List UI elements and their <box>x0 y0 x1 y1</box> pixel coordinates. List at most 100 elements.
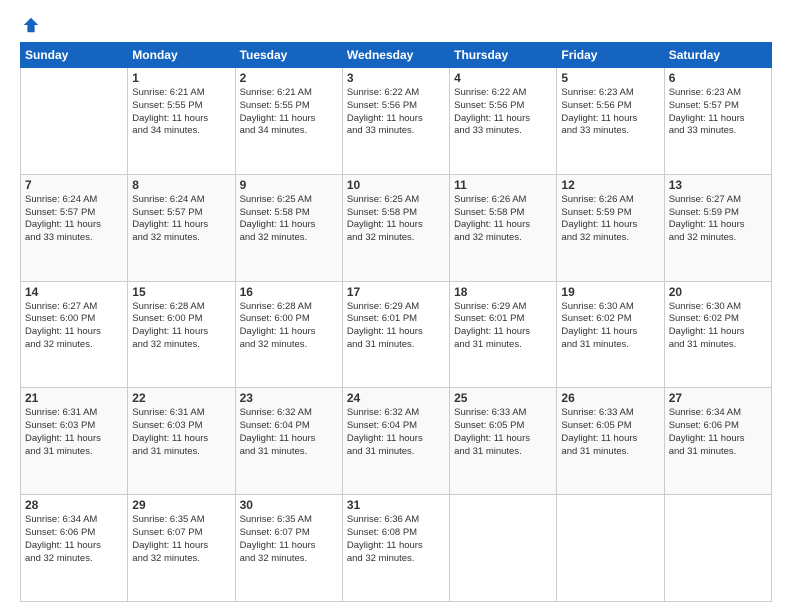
day-number: 11 <box>454 178 552 192</box>
day-number: 16 <box>240 285 338 299</box>
header <box>20 16 772 34</box>
page: SundayMondayTuesdayWednesdayThursdayFrid… <box>0 0 792 612</box>
day-info: Sunrise: 6:29 AM Sunset: 6:01 PM Dayligh… <box>347 301 445 352</box>
calendar-cell: 27 Sunrise: 6:34 AM Sunset: 6:06 PM Dayli… <box>664 388 771 495</box>
day-info: Sunrise: 6:33 AM Sunset: 6:05 PM Dayligh… <box>561 407 659 458</box>
calendar-cell: 21 Sunrise: 6:31 AM Sunset: 6:03 PM Dayli… <box>21 388 128 495</box>
day-info: Sunrise: 6:33 AM Sunset: 6:05 PM Dayligh… <box>454 407 552 458</box>
day-info: Sunrise: 6:24 AM Sunset: 5:57 PM Dayligh… <box>25 194 123 245</box>
day-number: 12 <box>561 178 659 192</box>
day-number: 21 <box>25 391 123 405</box>
day-info: Sunrise: 6:26 AM Sunset: 5:58 PM Dayligh… <box>454 194 552 245</box>
calendar-cell: 17 Sunrise: 6:29 AM Sunset: 6:01 PM Dayli… <box>342 281 449 388</box>
weekday-header-thursday: Thursday <box>450 43 557 68</box>
calendar-week-3: 14Sunrise: 6:27 AM Sunset: 6:00 PM Dayli… <box>21 281 772 388</box>
day-number: 4 <box>454 71 552 85</box>
calendar-cell: 3 Sunrise: 6:22 AM Sunset: 5:56 PM Daylig… <box>342 68 449 175</box>
day-number: 31 <box>347 498 445 512</box>
day-info: Sunrise: 6:30 AM Sunset: 6:02 PM Dayligh… <box>561 301 659 352</box>
day-number: 7 <box>25 178 123 192</box>
calendar-cell: 8Sunrise: 6:24 AM Sunset: 5:57 PM Daylig… <box>128 174 235 281</box>
day-number: 26 <box>561 391 659 405</box>
calendar-cell: 13 Sunrise: 6:27 AM Sunset: 5:59 PM Dayli… <box>664 174 771 281</box>
weekday-header-wednesday: Wednesday <box>342 43 449 68</box>
calendar-cell <box>450 495 557 602</box>
calendar-cell: 10Sunrise: 6:25 AM Sunset: 5:58 PM Dayli… <box>342 174 449 281</box>
day-number: 13 <box>669 178 767 192</box>
calendar-cell: 18 Sunrise: 6:29 AM Sunset: 6:01 PM Dayli… <box>450 281 557 388</box>
day-number: 10 <box>347 178 445 192</box>
day-info: Sunrise: 6:36 AM Sunset: 6:08 PM Dayligh… <box>347 514 445 565</box>
calendar-cell: 20 Sunrise: 6:30 AM Sunset: 6:02 PM Dayli… <box>664 281 771 388</box>
calendar-week-5: 28 Sunrise: 6:34 AM Sunset: 6:06 PM Dayli… <box>21 495 772 602</box>
day-info: Sunrise: 6:29 AM Sunset: 6:01 PM Dayligh… <box>454 301 552 352</box>
weekday-header-saturday: Saturday <box>664 43 771 68</box>
day-info: Sunrise: 6:30 AM Sunset: 6:02 PM Dayligh… <box>669 301 767 352</box>
weekday-header-row: SundayMondayTuesdayWednesdayThursdayFrid… <box>21 43 772 68</box>
weekday-header-friday: Friday <box>557 43 664 68</box>
day-info: Sunrise: 6:21 AM Sunset: 5:55 PM Dayligh… <box>132 87 230 138</box>
day-info: Sunrise: 6:35 AM Sunset: 6:07 PM Dayligh… <box>132 514 230 565</box>
calendar-week-2: 7 Sunrise: 6:24 AM Sunset: 5:57 PM Daylig… <box>21 174 772 281</box>
day-info: Sunrise: 6:21 AM Sunset: 5:55 PM Dayligh… <box>240 87 338 138</box>
day-number: 2 <box>240 71 338 85</box>
calendar-cell: 14Sunrise: 6:27 AM Sunset: 6:00 PM Dayli… <box>21 281 128 388</box>
calendar-cell: 26 Sunrise: 6:33 AM Sunset: 6:05 PM Dayli… <box>557 388 664 495</box>
calendar-cell: 19Sunrise: 6:30 AM Sunset: 6:02 PM Dayli… <box>557 281 664 388</box>
day-info: Sunrise: 6:32 AM Sunset: 6:04 PM Dayligh… <box>347 407 445 458</box>
weekday-header-monday: Monday <box>128 43 235 68</box>
day-number: 23 <box>240 391 338 405</box>
calendar-cell <box>557 495 664 602</box>
calendar-cell: 22 Sunrise: 6:31 AM Sunset: 6:03 PM Dayli… <box>128 388 235 495</box>
day-info: Sunrise: 6:34 AM Sunset: 6:06 PM Dayligh… <box>669 407 767 458</box>
weekday-header-tuesday: Tuesday <box>235 43 342 68</box>
day-info: Sunrise: 6:23 AM Sunset: 5:57 PM Dayligh… <box>669 87 767 138</box>
day-number: 9 <box>240 178 338 192</box>
day-info: Sunrise: 6:34 AM Sunset: 6:06 PM Dayligh… <box>25 514 123 565</box>
day-info: Sunrise: 6:28 AM Sunset: 6:00 PM Dayligh… <box>132 301 230 352</box>
day-number: 28 <box>25 498 123 512</box>
calendar-cell: 15Sunrise: 6:28 AM Sunset: 6:00 PM Dayli… <box>128 281 235 388</box>
day-info: Sunrise: 6:28 AM Sunset: 6:00 PM Dayligh… <box>240 301 338 352</box>
day-number: 6 <box>669 71 767 85</box>
day-number: 25 <box>454 391 552 405</box>
calendar-cell: 6 Sunrise: 6:23 AM Sunset: 5:57 PM Daylig… <box>664 68 771 175</box>
day-info: Sunrise: 6:27 AM Sunset: 5:59 PM Dayligh… <box>669 194 767 245</box>
day-info: Sunrise: 6:31 AM Sunset: 6:03 PM Dayligh… <box>132 407 230 458</box>
calendar-cell: 1Sunrise: 6:21 AM Sunset: 5:55 PM Daylig… <box>128 68 235 175</box>
calendar-week-4: 21 Sunrise: 6:31 AM Sunset: 6:03 PM Dayli… <box>21 388 772 495</box>
day-number: 14 <box>25 285 123 299</box>
day-number: 24 <box>347 391 445 405</box>
weekday-header-sunday: Sunday <box>21 43 128 68</box>
calendar-cell: 23 Sunrise: 6:32 AM Sunset: 6:04 PM Dayli… <box>235 388 342 495</box>
day-number: 18 <box>454 285 552 299</box>
calendar-table: SundayMondayTuesdayWednesdayThursdayFrid… <box>20 42 772 602</box>
calendar-cell: 9 Sunrise: 6:25 AM Sunset: 5:58 PM Daylig… <box>235 174 342 281</box>
calendar-cell: 16 Sunrise: 6:28 AM Sunset: 6:00 PM Dayli… <box>235 281 342 388</box>
day-number: 3 <box>347 71 445 85</box>
day-info: Sunrise: 6:25 AM Sunset: 5:58 PM Dayligh… <box>240 194 338 245</box>
day-info: Sunrise: 6:26 AM Sunset: 5:59 PM Dayligh… <box>561 194 659 245</box>
logo-icon <box>22 16 40 34</box>
day-number: 17 <box>347 285 445 299</box>
day-info: Sunrise: 6:22 AM Sunset: 5:56 PM Dayligh… <box>454 87 552 138</box>
calendar-cell: 31 Sunrise: 6:36 AM Sunset: 6:08 PM Dayli… <box>342 495 449 602</box>
calendar-cell <box>664 495 771 602</box>
day-number: 5 <box>561 71 659 85</box>
day-number: 27 <box>669 391 767 405</box>
day-info: Sunrise: 6:32 AM Sunset: 6:04 PM Dayligh… <box>240 407 338 458</box>
day-number: 22 <box>132 391 230 405</box>
day-number: 29 <box>132 498 230 512</box>
day-number: 30 <box>240 498 338 512</box>
day-info: Sunrise: 6:23 AM Sunset: 5:56 PM Dayligh… <box>561 87 659 138</box>
calendar-cell: 2 Sunrise: 6:21 AM Sunset: 5:55 PM Daylig… <box>235 68 342 175</box>
calendar-cell: 4 Sunrise: 6:22 AM Sunset: 5:56 PM Daylig… <box>450 68 557 175</box>
day-number: 8 <box>132 178 230 192</box>
day-info: Sunrise: 6:31 AM Sunset: 6:03 PM Dayligh… <box>25 407 123 458</box>
calendar-cell: 5 Sunrise: 6:23 AM Sunset: 5:56 PM Daylig… <box>557 68 664 175</box>
day-info: Sunrise: 6:22 AM Sunset: 5:56 PM Dayligh… <box>347 87 445 138</box>
day-number: 20 <box>669 285 767 299</box>
calendar-cell: 30Sunrise: 6:35 AM Sunset: 6:07 PM Dayli… <box>235 495 342 602</box>
calendar-cell <box>21 68 128 175</box>
logo <box>20 16 40 34</box>
